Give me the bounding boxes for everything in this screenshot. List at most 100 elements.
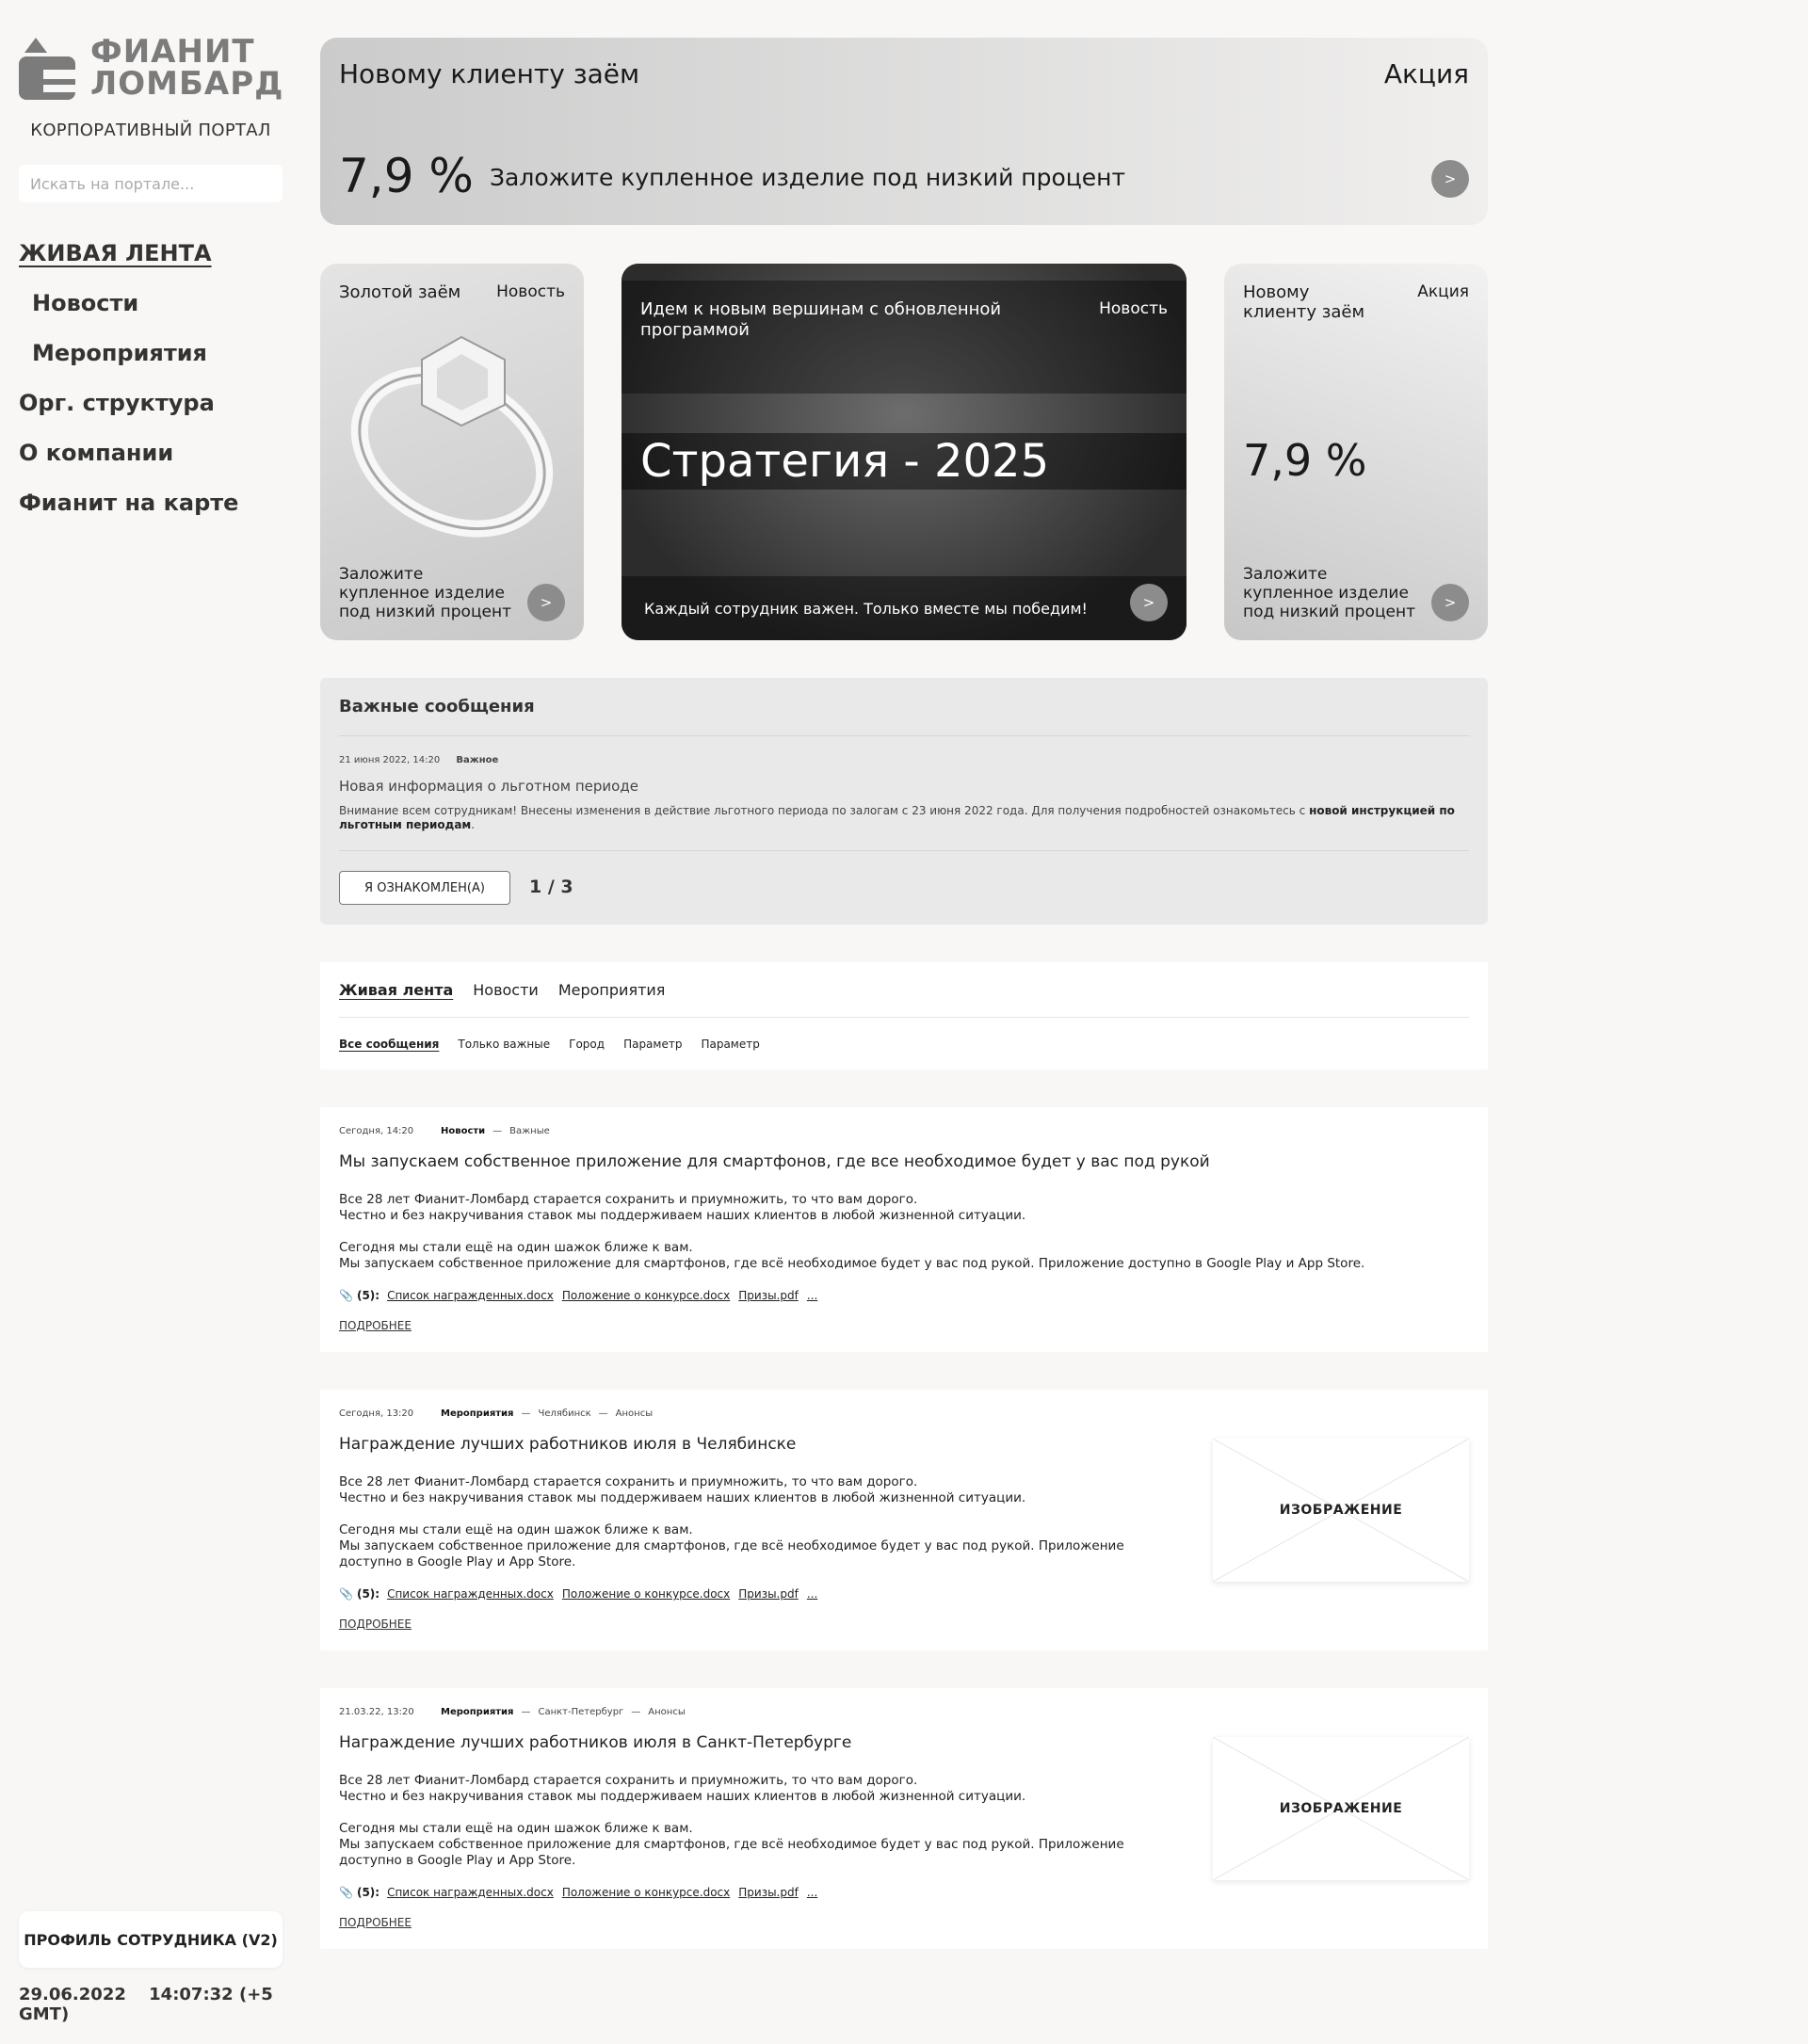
post-tag[interactable]: Анонсы bbox=[648, 1707, 685, 1717]
post-image-placeholder: ИЗОБРАЖЕНИЕ bbox=[1213, 1737, 1469, 1880]
card-strategy[interactable]: Идем к новым вершинам с обновленной прог… bbox=[622, 264, 1186, 640]
portal-caption: КОРПОРАТИВНЫЙ ПОРТАЛ bbox=[30, 121, 271, 140]
card-strategy-arrow-button[interactable]: > bbox=[1130, 584, 1168, 621]
post-date: 21.03.22, 13:20 bbox=[339, 1707, 414, 1717]
promo-description: Заложите купленное изделие под низкий пр… bbox=[490, 164, 1126, 191]
post-tag[interactable]: Анонсы bbox=[616, 1408, 653, 1419]
filter-3[interactable]: Параметр bbox=[623, 1038, 682, 1051]
card-new-client-arrow-button[interactable]: > bbox=[1431, 584, 1469, 621]
tab-0[interactable]: Живая лента bbox=[339, 981, 453, 999]
attachment-link[interactable]: Призы.pdf bbox=[738, 1886, 799, 1899]
tab-1[interactable]: Новости bbox=[473, 981, 539, 999]
post-attachments: 📎 (5): Список награжденных.docx Положение о… bbox=[339, 1587, 1469, 1601]
important-date: 21 июня 2022, 14:20 bbox=[339, 755, 441, 765]
card-strategy-headline: Стратегия - 2025 bbox=[640, 435, 1050, 488]
attachment-link[interactable]: ... bbox=[807, 1886, 817, 1899]
card-gold-arrow-button[interactable]: > bbox=[527, 584, 565, 621]
logo-wordmark: ФИАНИТ ЛОМБАРД bbox=[90, 33, 284, 103]
post-category[interactable]: Мероприятия bbox=[441, 1707, 513, 1717]
feed-posts: Сегодня, 14:20 Новости — Важные Мы запускаем… bbox=[320, 1107, 1488, 1949]
attachment-count: (5): bbox=[356, 1289, 380, 1302]
paperclip-icon: 📎 bbox=[339, 1587, 353, 1601]
post-meta: Сегодня, 13:20 Мероприятия — Челябинск — Анон… bbox=[339, 1408, 1469, 1422]
acknowledge-button[interactable]: Я ОЗНАКОМЛЕН(А) bbox=[339, 871, 510, 905]
profile-button[interactable]: ПРОФИЛЬ СОТРУДНИКА (V2) bbox=[19, 1911, 282, 1968]
main-nav: ЖИВАЯ ЛЕНТА Новости Мероприятия Орг. стр… bbox=[19, 229, 282, 528]
promo-tag: Акция bbox=[1383, 58, 1469, 89]
nav-item-news[interactable]: Новости bbox=[19, 279, 282, 329]
card-gold-tag: Новость bbox=[496, 282, 565, 301]
main-content: Новому клиенту заём Акция 7,9 % Заложите… bbox=[320, 38, 1488, 1949]
attachment-link[interactable]: Список награжденных.docx bbox=[387, 1886, 554, 1899]
promo-percent: 7,9 % bbox=[339, 149, 474, 203]
post-body: Все 28 лет Фианит-Ломбард старается сохр… bbox=[339, 1474, 1186, 1570]
attachment-link[interactable]: ... bbox=[807, 1587, 817, 1601]
logo-icon bbox=[19, 36, 79, 100]
separator: — bbox=[492, 1126, 503, 1136]
post-image-placeholder: ИЗОБРАЖЕНИЕ bbox=[1213, 1439, 1469, 1582]
promo-title: Новому клиенту заём bbox=[339, 58, 640, 89]
feature-cards: Золотой заём Новость Заложите купленное … bbox=[320, 264, 1488, 640]
post-meta: Сегодня, 14:20 Новости — Важные bbox=[339, 1126, 1469, 1139]
important-meta: 21 июня 2022, 14:20 Важное bbox=[339, 755, 498, 765]
attachment-link[interactable]: Призы.pdf bbox=[738, 1587, 799, 1601]
read-more-link[interactable]: ПОДРОБНЕЕ bbox=[339, 1916, 412, 1929]
filter-list: Все сообщения Только важные Город Параметр П… bbox=[339, 1038, 779, 1051]
promo-arrow-button[interactable]: > bbox=[1431, 160, 1469, 198]
attachment-link[interactable]: Положение о конкурсе.docx bbox=[562, 1289, 730, 1302]
tab-2[interactable]: Мероприятия bbox=[558, 981, 666, 999]
filter-2[interactable]: Город bbox=[569, 1038, 605, 1051]
card-new-client-tag: Акция bbox=[1417, 282, 1469, 301]
feed-post: 21.03.22, 13:20 Мероприятия — Санкт-Петербу… bbox=[320, 1688, 1488, 1949]
logo[interactable]: ФИАНИТ ЛОМБАРД bbox=[19, 34, 282, 102]
card-gold-description: Заложите купленное изделие под низкий пр… bbox=[339, 565, 511, 621]
message-pager[interactable]: 1 / 3 bbox=[529, 877, 573, 897]
important-messages: Важные сообщения 21 июня 2022, 14:20 Важ… bbox=[320, 678, 1488, 925]
attachment-link[interactable]: Список награжденных.docx bbox=[387, 1587, 554, 1601]
search-input[interactable] bbox=[19, 165, 282, 202]
card-gold-title: Золотой заём bbox=[339, 282, 461, 302]
nav-item-events[interactable]: Мероприятия bbox=[19, 329, 282, 378]
read-more-link[interactable]: ПОДРОБНЕЕ bbox=[339, 1617, 412, 1631]
post-title[interactable]: Мы запускаем собственное приложение для … bbox=[339, 1152, 1469, 1171]
post-date: Сегодня, 13:20 bbox=[339, 1408, 414, 1419]
post-tag[interactable]: Важные bbox=[509, 1126, 550, 1136]
card-new-client-title: Новому клиенту заём bbox=[1243, 282, 1365, 322]
post-category[interactable]: Мероприятия bbox=[441, 1408, 513, 1419]
post-date: Сегодня, 14:20 bbox=[339, 1126, 414, 1136]
separator: — bbox=[598, 1408, 608, 1419]
post-category[interactable]: Новости bbox=[441, 1126, 485, 1136]
card-gold-loan[interactable]: Золотой заём Новость Заложите купленное … bbox=[320, 264, 584, 640]
nav-item-org[interactable]: Орг. структура bbox=[19, 378, 282, 428]
filter-1[interactable]: Только важные bbox=[458, 1038, 550, 1051]
sidebar: ФИАНИТ ЛОМБАРД КОРПОРАТИВНЫЙ ПОРТАЛ ЖИВА… bbox=[19, 34, 282, 2024]
post-tag[interactable]: Санкт-Петербург bbox=[538, 1707, 623, 1717]
filter-4[interactable]: Параметр bbox=[701, 1038, 759, 1051]
post-paragraph: Сегодня мы стали ещё на один шажок ближе… bbox=[339, 1821, 1124, 1868]
important-heading: Важные сообщения bbox=[339, 697, 535, 716]
post-attachments: 📎 (5): Список награжденных.docx Положение о… bbox=[339, 1886, 1469, 1899]
attachment-link[interactable]: Положение о конкурсе.docx bbox=[562, 1886, 730, 1899]
nav-item-map[interactable]: Фианит на карте bbox=[19, 478, 282, 528]
filter-0[interactable]: Все сообщения bbox=[339, 1038, 439, 1051]
read-more-link[interactable]: ПОДРОБНЕЕ bbox=[339, 1319, 412, 1332]
attachment-link[interactable]: Список награжденных.docx bbox=[387, 1289, 554, 1302]
card-strategy-tag: Новость bbox=[1099, 299, 1168, 318]
attachment-link[interactable]: Призы.pdf bbox=[738, 1289, 799, 1302]
clock: 29.06.2022 14:07:32 (+5 GMT) bbox=[19, 1985, 282, 2024]
post-paragraph: Все 28 лет Фианит-Ломбард старается сохр… bbox=[339, 1192, 1026, 1223]
card-new-client[interactable]: Новому клиенту заём Акция 7,9 % Заложите… bbox=[1224, 264, 1488, 640]
divider bbox=[339, 850, 1469, 851]
nav-item-feed[interactable]: ЖИВАЯ ЛЕНТА bbox=[19, 229, 282, 279]
attachment-link[interactable]: Положение о конкурсе.docx bbox=[562, 1587, 730, 1601]
promo-banner[interactable]: Новому клиенту заём Акция 7,9 % Заложите… bbox=[320, 38, 1488, 225]
image-label: ИЗОБРАЖЕНИЕ bbox=[1279, 1801, 1403, 1816]
post-tag[interactable]: Челябинск bbox=[538, 1408, 590, 1419]
important-title: Новая информация о льготном периоде bbox=[339, 778, 638, 795]
attachment-count: (5): bbox=[356, 1886, 380, 1899]
attachment-link[interactable]: ... bbox=[807, 1289, 817, 1302]
post-paragraph: Сегодня мы стали ещё на один шажок ближе… bbox=[339, 1522, 1124, 1569]
current-date: 29.06.2022 bbox=[19, 1985, 126, 2004]
post-paragraph: Все 28 лет Фианит-Ломбард старается сохр… bbox=[339, 1773, 1026, 1804]
nav-item-about[interactable]: О компании bbox=[19, 428, 282, 478]
